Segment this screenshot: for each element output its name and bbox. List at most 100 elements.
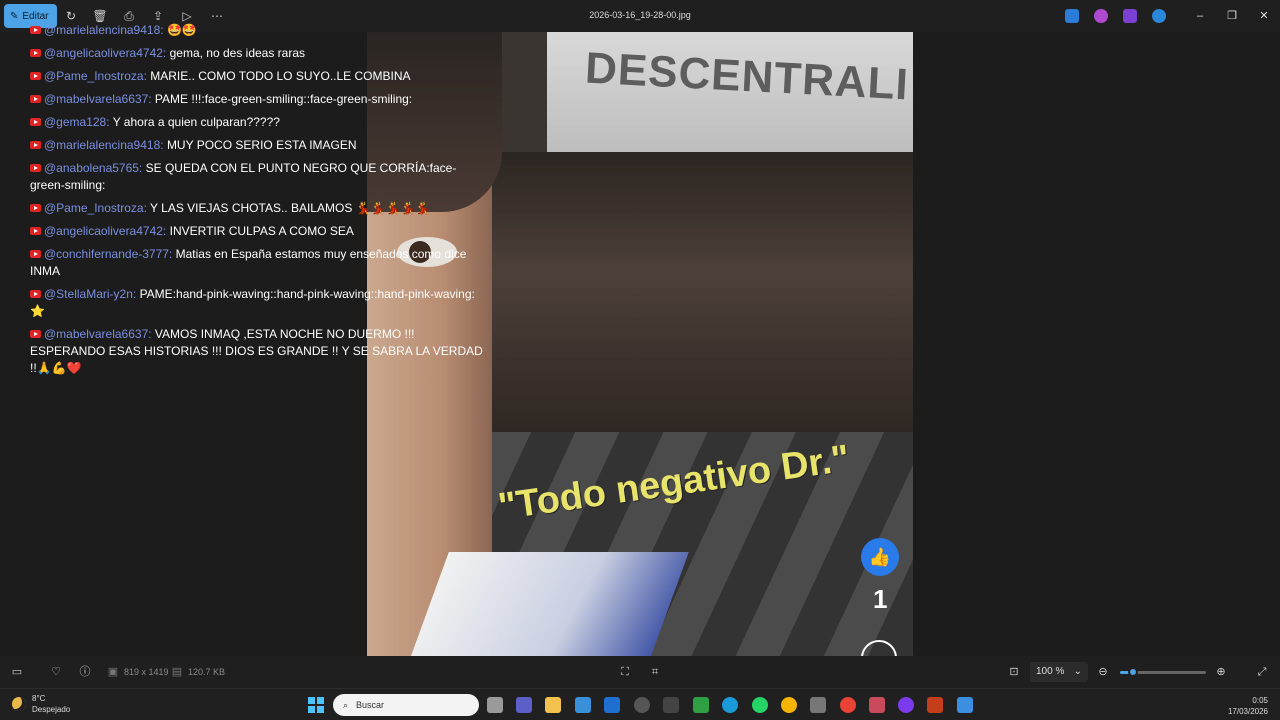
chevron-down-icon: ⌄: [1073, 666, 1082, 677]
weather-text: 8°C Despejado: [32, 693, 70, 715]
chat-user: @anabolena5765:: [44, 161, 143, 175]
youtube-icon: [30, 290, 41, 298]
dimensions-icon: ▣: [107, 666, 119, 678]
chat-message: @marielalencina9418: MUY POCO SERIO ESTA…: [30, 137, 490, 154]
chat-user: @StellaMari-y2n:: [44, 287, 137, 301]
chat-user: @gema128:: [44, 115, 110, 129]
chat-text: MARIE.. COMO TODO LO SUYO..LE COMBINA: [150, 69, 411, 83]
powerpoint-icon[interactable]: [927, 697, 943, 713]
chat-text: MUY POCO SERIO ESTA IMAGEN: [166, 138, 357, 152]
designer-icon[interactable]: [1065, 9, 1079, 23]
photos-app-icon[interactable]: [957, 697, 973, 713]
onedrive-icon[interactable]: [1152, 9, 1166, 23]
chat-message: @mabelvarela6637: VAMOS INMAQ ,ESTA NOCH…: [30, 326, 490, 377]
chat-message: @StellaMari-y2n: PAME:hand-pink-waving::…: [30, 286, 490, 320]
store-icon[interactable]: [575, 697, 591, 713]
photos-icon[interactable]: [869, 697, 885, 713]
chat-overlay: @marielalencina9418: 🤩🤩 @angelicaolivera…: [30, 22, 490, 383]
app-icon-3[interactable]: [693, 697, 709, 713]
search-icon: ⌕: [343, 699, 349, 710]
zoom-out-icon[interactable]: ⊖: [1096, 665, 1110, 679]
edge-icon[interactable]: [722, 697, 738, 713]
zoom-value: 100 %: [1036, 666, 1065, 677]
fullscreen-icon[interactable]: ⤢: [1255, 665, 1269, 679]
time: 0:05: [1252, 696, 1268, 705]
status-bar: ▭ ♡ ⓘ ▣ 819 x 1419 ▤ 120.7 KB ⛶ ⌗ ⊡ 100 …: [0, 656, 1280, 688]
chat-text: 🤩🤩: [166, 23, 197, 37]
moon-icon: [12, 697, 26, 711]
chat-user: @conchifernande-3777:: [44, 247, 173, 261]
file-name: 2026-03-16_19-28-00.jpg: [589, 10, 691, 20]
fit-window-icon[interactable]: ⊡: [1007, 665, 1021, 679]
youtube-icon: [30, 250, 41, 258]
file-explorer-icon[interactable]: [545, 697, 561, 713]
zoom-slider-knob[interactable]: [1127, 667, 1138, 677]
info-icon[interactable]: ⓘ: [78, 665, 92, 679]
zoom-in-icon[interactable]: ⊕: [1214, 665, 1228, 679]
outlook-icon[interactable]: [604, 697, 620, 713]
chat-text: gema, no des ideas raras: [169, 46, 306, 60]
app-icon-2[interactable]: [663, 697, 679, 713]
taskbar: 8°C Despejado ⌕ Buscar 0:05 17/03/2026: [0, 688, 1280, 720]
copilot-icon[interactable]: [1094, 9, 1108, 23]
youtube-icon: [30, 204, 41, 212]
youtube-icon: [30, 118, 41, 126]
chat-message: @marielalencina9418: 🤩🤩: [30, 22, 490, 39]
app-icon[interactable]: [634, 697, 650, 713]
like-icon: 👍: [861, 538, 899, 576]
zoom-slider[interactable]: [1120, 667, 1206, 677]
chat-message: @angelicaolivera4742: gema, no des ideas…: [30, 45, 490, 62]
chat-message: @Pame_Inostroza: Y LAS VIEJAS CHOTAS.. B…: [30, 200, 490, 217]
filesize-icon: ▤: [171, 666, 183, 678]
chat-message: @Pame_Inostroza: MARIE.. COMO TODO LO SU…: [30, 68, 490, 85]
chat-user: @angelicaolivera4742:: [44, 224, 167, 238]
image-dimensions: 819 x 1419: [124, 667, 169, 677]
youtube-icon: [30, 26, 41, 34]
youtube-icon: [30, 227, 41, 235]
youtube-icon: [30, 49, 41, 57]
teams-icon[interactable]: [516, 697, 532, 713]
chat-message: @conchifernande-3777: Matias en España e…: [30, 246, 490, 280]
weather-temp: 8°C: [32, 694, 46, 703]
chat-text: Y LAS VIEJAS CHOTAS.. BAILAMOS 💃💃💃💃💃: [150, 201, 431, 215]
clock[interactable]: 0:05 17/03/2026: [1228, 695, 1268, 717]
youtube-icon: [30, 330, 41, 338]
like-count: 1: [873, 584, 888, 614]
crop-icon[interactable]: ⛶: [618, 665, 632, 679]
chat-message: @mabelvarela6637: PAME !!!:face-green-sm…: [30, 91, 490, 108]
chrome-profile-icon[interactable]: [840, 697, 856, 713]
app-icon-4[interactable]: [810, 697, 826, 713]
chat-message: @anabolena5765: SE QUEDA CON EL PUNTO NE…: [30, 160, 490, 194]
weather-widget[interactable]: 8°C Despejado: [12, 693, 70, 715]
chat-text: Y ahora a quien culparan?????: [112, 115, 280, 129]
maximize-icon[interactable]: ❐: [1224, 8, 1240, 24]
app-icon-5[interactable]: [898, 697, 914, 713]
youtube-icon: [30, 95, 41, 103]
search-placeholder: Buscar: [356, 700, 385, 710]
chat-message: @gema128: Y ahora a quien culparan?????: [30, 114, 490, 131]
task-view-icon[interactable]: [487, 697, 503, 713]
chat-text: INVERTIR CULPAS A COMO SEA: [169, 224, 354, 238]
chat-user: @angelicaolivera4742:: [44, 46, 167, 60]
clipchamp-icon[interactable]: [1123, 9, 1137, 23]
shirt: [405, 552, 689, 656]
close-icon[interactable]: ✕: [1256, 8, 1272, 24]
chat-user: @mabelvarela6637:: [44, 327, 152, 341]
date: 17/03/2026: [1227, 707, 1268, 716]
start-button[interactable]: [308, 697, 324, 713]
favorite-icon[interactable]: ♡: [49, 665, 63, 679]
chat-user: @marielalencina9418:: [44, 23, 164, 37]
youtube-icon: [30, 164, 41, 172]
file-size: 120.7 KB: [188, 667, 226, 677]
minimize-icon[interactable]: –: [1192, 8, 1208, 24]
whatsapp-icon[interactable]: [752, 697, 768, 713]
zoom-dropdown[interactable]: 100 % ⌄: [1030, 662, 1088, 682]
weather-desc: Despejado: [32, 705, 71, 714]
search-box[interactable]: ⌕ Buscar: [333, 694, 479, 716]
background-wall: [487, 152, 913, 452]
chat-user: @mabelvarela6637:: [44, 92, 152, 106]
filmstrip-icon[interactable]: ▭: [10, 665, 24, 679]
chat-user: @marielalencina9418:: [44, 138, 164, 152]
chrome-icon[interactable]: [781, 697, 797, 713]
text-extract-icon[interactable]: ⌗: [648, 665, 662, 679]
